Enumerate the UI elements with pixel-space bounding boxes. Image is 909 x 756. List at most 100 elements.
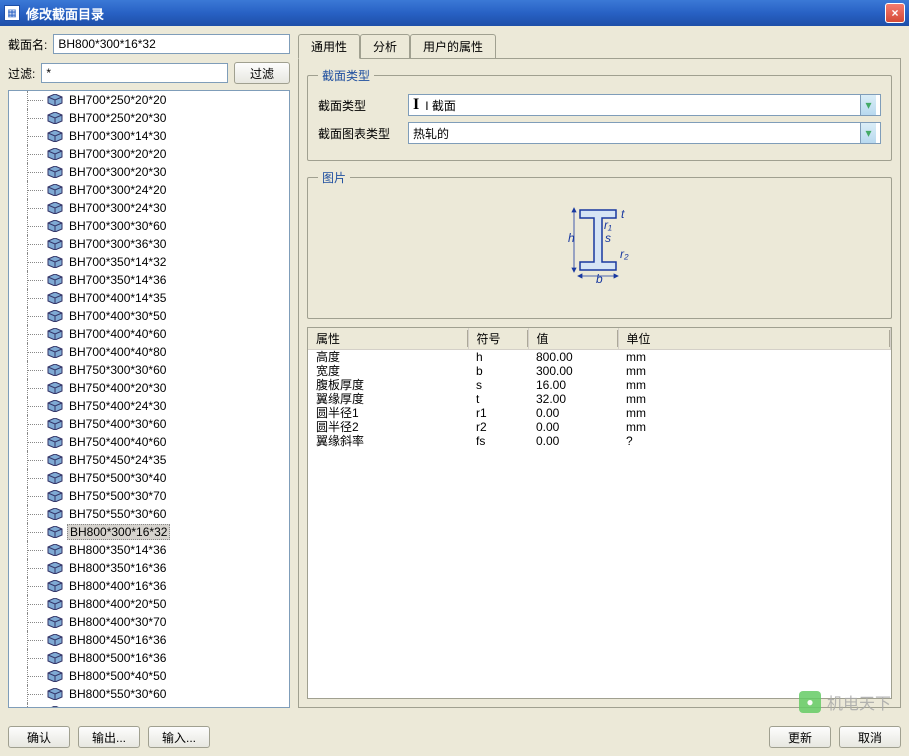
table-row[interactable]: 高度h800.00mm — [308, 350, 891, 365]
refresh-button[interactable]: 更新 — [769, 726, 831, 748]
section-icon — [47, 652, 63, 664]
tree-item[interactable]: BH750*400*40*60 — [9, 433, 289, 451]
tree-item[interactable]: BH750*550*30*60 — [9, 505, 289, 523]
tree-item[interactable]: BH700*400*30*50 — [9, 307, 289, 325]
tree-item[interactable]: BH800*350*16*36 — [9, 559, 289, 577]
i-section-diagram: h b s t r₁ r₂ — [560, 196, 640, 286]
section-icon — [47, 598, 63, 610]
tree-item-label: BH850*500*40*50 — [67, 705, 168, 708]
filter-button[interactable]: 过滤 — [234, 62, 290, 84]
image-legend: 图片 — [318, 169, 350, 186]
section-name-input[interactable] — [53, 34, 290, 54]
dialog-body: 截面名: 过滤: 过滤 BH700*250*20*20BH700*250*20*… — [0, 26, 909, 716]
cell-value: 0.00 — [528, 434, 618, 448]
section-icon — [47, 616, 63, 628]
cell-unit: mm — [618, 364, 891, 378]
table-row[interactable]: 翼缘厚度t32.00mm — [308, 392, 891, 406]
tree-item-label: BH700*300*20*30 — [67, 165, 168, 179]
chart-type-combo[interactable]: 热轧的 ▾ — [408, 122, 881, 144]
tree-item[interactable]: BH800*400*16*36 — [9, 577, 289, 595]
section-icon — [47, 562, 63, 574]
tree-item[interactable]: BH800*550*30*60 — [9, 685, 289, 703]
ok-button[interactable]: 确认 — [8, 726, 70, 748]
tab-analysis[interactable]: 分析 — [360, 34, 410, 58]
tree-item[interactable]: BH700*400*40*80 — [9, 343, 289, 361]
section-icon — [47, 580, 63, 592]
watermark: ● 机电天下 — [799, 690, 891, 714]
tree-item[interactable]: BH850*500*40*50 — [9, 703, 289, 708]
tab-general[interactable]: 通用性 — [298, 34, 360, 59]
tree-item-label: BH800*550*30*60 — [67, 687, 168, 701]
tree-item-label: BH800*450*16*36 — [67, 633, 168, 647]
tree-item[interactable]: BH700*250*20*20 — [9, 91, 289, 109]
cell-symbol: t — [468, 392, 528, 406]
col-value[interactable]: 值 — [528, 328, 618, 350]
tree-item-label: BH700*400*40*60 — [67, 327, 168, 341]
tree-item[interactable]: BH800*500*40*50 — [9, 667, 289, 685]
tab-user[interactable]: 用户的属性 — [410, 34, 496, 58]
table-row[interactable]: 翼缘斜率fs0.00? — [308, 434, 891, 448]
tree-item-label: BH750*400*30*60 — [67, 417, 168, 431]
cancel-button[interactable]: 取消 — [839, 726, 901, 748]
section-icon — [47, 148, 63, 160]
section-icon — [47, 490, 63, 502]
filter-input[interactable] — [41, 63, 228, 83]
tree-item[interactable]: BH700*300*20*30 — [9, 163, 289, 181]
tree-item[interactable]: BH800*350*14*36 — [9, 541, 289, 559]
i-beam-icon: I — [413, 96, 419, 114]
tree-item[interactable]: BH750*400*24*30 — [9, 397, 289, 415]
svg-text:r₂: r₂ — [620, 247, 629, 261]
section-icon — [47, 274, 63, 286]
tree-item[interactable]: BH700*300*36*30 — [9, 235, 289, 253]
tree-item[interactable]: BH700*400*40*60 — [9, 325, 289, 343]
tree-item[interactable]: BH700*300*30*60 — [9, 217, 289, 235]
section-name-label: 截面名: — [8, 36, 47, 53]
chevron-down-icon[interactable]: ▾ — [860, 123, 876, 143]
export-button[interactable]: 输出... — [78, 726, 140, 748]
tree-item[interactable]: BH800*450*16*36 — [9, 631, 289, 649]
section-icon — [47, 688, 63, 700]
tree-item[interactable]: BH700*250*20*30 — [9, 109, 289, 127]
close-icon: × — [891, 6, 898, 20]
chevron-down-icon[interactable]: ▾ — [860, 95, 876, 115]
col-unit[interactable]: 单位 — [618, 328, 891, 350]
tree-item[interactable]: BH800*400*30*70 — [9, 613, 289, 631]
section-icon — [47, 166, 63, 178]
section-tree[interactable]: BH700*250*20*20BH700*250*20*30BH700*300*… — [8, 90, 290, 708]
col-attr[interactable]: 属性 — [308, 328, 468, 350]
section-name-row: 截面名: — [8, 34, 290, 54]
window-title: 修改截面目录 — [26, 4, 885, 23]
tree-item[interactable]: BH750*450*24*35 — [9, 451, 289, 469]
tree-item[interactable]: BH800*300*16*32 — [9, 523, 289, 541]
tree-item[interactable]: BH800*400*20*50 — [9, 595, 289, 613]
section-type-combo[interactable]: I I 截面 ▾ — [408, 94, 881, 116]
close-button[interactable]: × — [885, 3, 905, 23]
tree-item[interactable]: BH700*300*14*30 — [9, 127, 289, 145]
section-icon — [47, 706, 63, 708]
tree-item[interactable]: BH750*400*20*30 — [9, 379, 289, 397]
cell-symbol: h — [468, 350, 528, 365]
table-row[interactable]: 圆半径1r10.00mm — [308, 406, 891, 420]
tree-item-label: BH800*400*20*50 — [67, 597, 168, 611]
tree-item[interactable]: BH700*300*24*30 — [9, 199, 289, 217]
table-row[interactable]: 圆半径2r20.00mm — [308, 420, 891, 434]
cell-unit: mm — [618, 378, 891, 392]
tree-item-label: BH800*500*16*36 — [67, 651, 168, 665]
svg-text:s: s — [605, 231, 611, 245]
tree-item[interactable]: BH800*500*16*36 — [9, 649, 289, 667]
import-button[interactable]: 输入... — [148, 726, 210, 748]
table-row[interactable]: 宽度b300.00mm — [308, 364, 891, 378]
tree-item[interactable]: BH700*300*20*20 — [9, 145, 289, 163]
tree-item[interactable]: BH750*500*30*70 — [9, 487, 289, 505]
cell-unit: mm — [618, 420, 891, 434]
tree-item[interactable]: BH700*350*14*36 — [9, 271, 289, 289]
cell-symbol: s — [468, 378, 528, 392]
tree-item[interactable]: BH750*300*30*60 — [9, 361, 289, 379]
tree-item[interactable]: BH700*300*24*20 — [9, 181, 289, 199]
table-row[interactable]: 腹板厚度s16.00mm — [308, 378, 891, 392]
tree-item[interactable]: BH700*400*14*35 — [9, 289, 289, 307]
tree-item[interactable]: BH750*500*30*40 — [9, 469, 289, 487]
tree-item[interactable]: BH750*400*30*60 — [9, 415, 289, 433]
tree-item[interactable]: BH700*350*14*32 — [9, 253, 289, 271]
col-symbol[interactable]: 符号 — [468, 328, 528, 350]
